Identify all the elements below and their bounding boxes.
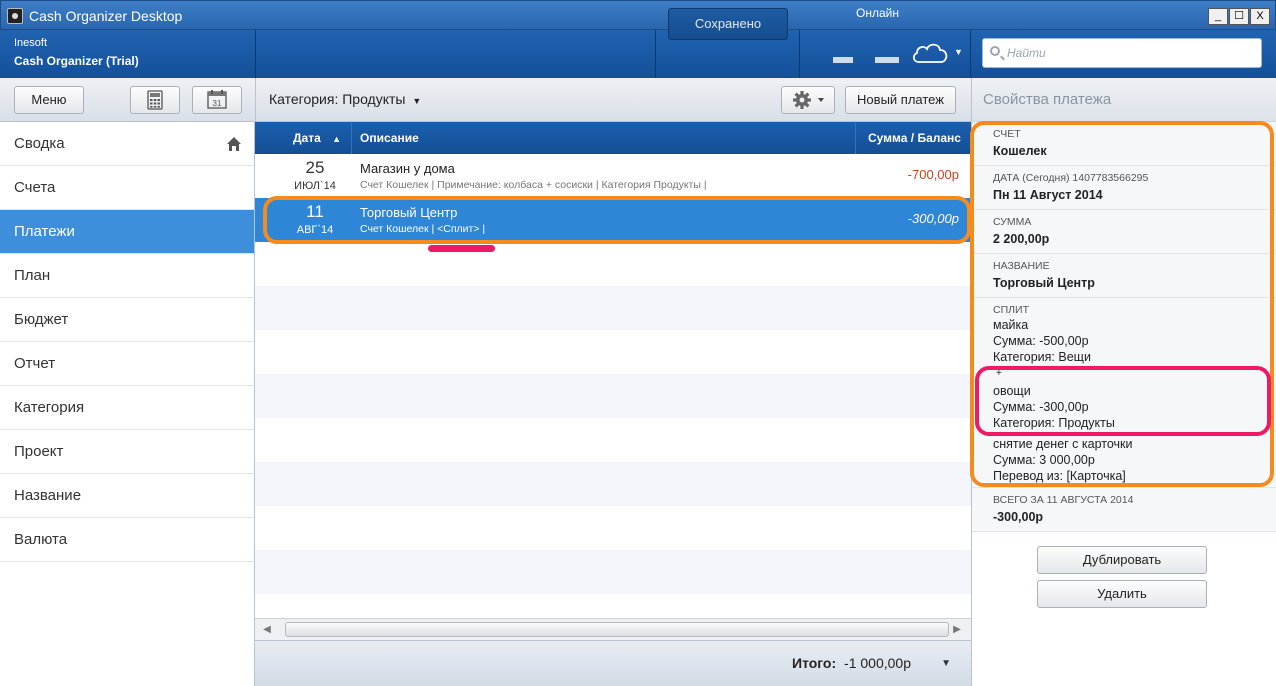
sync-indicator (875, 57, 899, 63)
maximize-button[interactable]: ☐ (1229, 8, 1249, 25)
category-filter-label: Категория: Продукты (269, 91, 406, 107)
calculator-icon (147, 90, 163, 110)
totals-footer: Итого: -1 000,00р ▼ (255, 640, 971, 686)
empty-row (255, 286, 971, 330)
gear-icon (793, 91, 824, 109)
row-amount: -700,00р (907, 167, 959, 182)
cloud-icon[interactable] (910, 38, 950, 68)
online-status-label: Онлайн (856, 6, 899, 20)
calendar-icon: 31 (207, 90, 227, 109)
sidebar-item-label: Категория (14, 399, 85, 416)
sidebar-item-label: Сводка (14, 135, 65, 152)
close-button[interactable]: X (1250, 8, 1270, 25)
column-header-amount[interactable]: Сумма / Баланс (868, 131, 961, 145)
sidebar-item-name[interactable]: Название (0, 474, 254, 518)
empty-row (255, 374, 971, 418)
calendar-button[interactable]: 31 (192, 86, 242, 114)
row-day: 25 (305, 158, 325, 177)
app-icon (7, 8, 23, 24)
header-divider (970, 30, 971, 78)
sidebar-item-label: Проект (14, 443, 64, 460)
sidebar-item-project[interactable]: Проект (0, 430, 254, 474)
sidebar-item-accounts[interactable]: Счета (0, 166, 254, 210)
search-icon (990, 46, 1000, 56)
chevron-down-icon: ▼ (412, 96, 422, 106)
sidebar-item-plan[interactable]: План (0, 254, 254, 298)
category-filter-dropdown[interactable]: Категория: Продукты ▼ (269, 91, 421, 107)
new-payment-button[interactable]: Новый платеж (845, 86, 956, 114)
menu-button[interactable]: Меню (14, 86, 84, 114)
row-details: Счет Кошелек | Примечание: колбаса + сос… (360, 179, 707, 191)
scroll-right-icon[interactable]: ▶ (949, 622, 965, 638)
highlight-selected-row (263, 196, 971, 244)
table-row[interactable]: 25 ИЮЛ`14 Магазин у дома Счет Кошелек | … (255, 154, 971, 198)
home-icon[interactable] (226, 136, 242, 152)
header-divider (799, 30, 800, 78)
search-input[interactable]: Найти (982, 38, 1262, 68)
header-divider (255, 30, 256, 78)
cloud-dropdown-icon[interactable]: ▼ (954, 47, 963, 57)
header-divider (655, 30, 656, 78)
settings-dropdown-button[interactable] (781, 86, 835, 114)
column-header-date-label: Дата (293, 131, 321, 145)
sync-indicator (833, 57, 853, 63)
prop-value: -300,00р (993, 510, 1044, 524)
scroll-left-icon[interactable]: ◀ (259, 622, 275, 638)
sort-ascending-icon: ▲ (332, 134, 342, 144)
window-title: Cash Organizer Desktop (29, 8, 183, 24)
column-header-date[interactable]: Дата ▲ (293, 131, 341, 145)
minimize-button[interactable]: _ (1208, 8, 1228, 25)
calculator-button[interactable] (130, 86, 180, 114)
sidebar-item-label: Отчет (14, 355, 56, 372)
empty-row (255, 462, 971, 506)
sidebar-item-label: План (14, 267, 51, 284)
highlight-split-item (975, 366, 1271, 436)
sidebar-item-summary[interactable]: Сводка (0, 122, 254, 166)
total-amount[interactable]: Итого: -1 000,00р (792, 655, 911, 671)
total-value: -1 000,00р (844, 655, 911, 671)
row-month: ИЮЛ`14 (294, 180, 336, 192)
split-underline-mark (428, 245, 495, 252)
sidebar-item-label: Платежи (14, 223, 75, 240)
sidebar-nav: Сводка Счета Платежи План Бюджет Отчет К… (0, 122, 255, 686)
sidebar-item-label: Название (14, 487, 82, 504)
total-label: Итого: (792, 655, 837, 671)
app-name: Cash Organizer (Trial) (14, 54, 139, 68)
sidebar-item-budget[interactable]: Бюджет (0, 298, 254, 342)
org-name: Inesoft (14, 37, 48, 49)
window-titlebar[interactable]: Cash Organizer Desktop _ ☐ X (0, 0, 1276, 30)
column-divider (351, 122, 352, 154)
row-title: Магазин у дома (360, 161, 455, 176)
properties-title: Свойства платежа (983, 91, 1112, 108)
delete-button[interactable]: Удалить (1037, 580, 1207, 608)
sidebar-item-label: Счета (14, 179, 56, 196)
prop-day-total: ВСЕГО ЗА 11 АВГУСТА 2014 -300,00р (972, 488, 1276, 532)
horizontal-scrollbar[interactable]: ◀ ▶ (255, 618, 971, 640)
column-divider (855, 122, 856, 154)
svg-text:31: 31 (213, 99, 222, 108)
sidebar-item-category[interactable]: Категория (0, 386, 254, 430)
scrollbar-thumb[interactable] (285, 622, 949, 637)
duplicate-button[interactable]: Дублировать (1037, 546, 1207, 574)
chevron-down-icon[interactable]: ▼ (941, 658, 951, 669)
column-header-description[interactable]: Описание (360, 131, 419, 145)
prop-label: ВСЕГО ЗА 11 АВГУСТА 2014 (993, 494, 1134, 506)
empty-row (255, 550, 971, 594)
sidebar-item-payments[interactable]: Платежи (0, 210, 254, 254)
sidebar-item-report[interactable]: Отчет (0, 342, 254, 386)
sidebar-item-currency[interactable]: Валюта (0, 518, 254, 562)
saved-status-button[interactable]: Сохранено (668, 8, 788, 40)
search-placeholder: Найти (1007, 46, 1046, 60)
payments-table-header: Дата ▲ Описание Сумма / Баланс (255, 122, 971, 154)
sidebar-item-label: Валюта (14, 531, 68, 548)
sidebar-item-label: Бюджет (14, 311, 69, 328)
